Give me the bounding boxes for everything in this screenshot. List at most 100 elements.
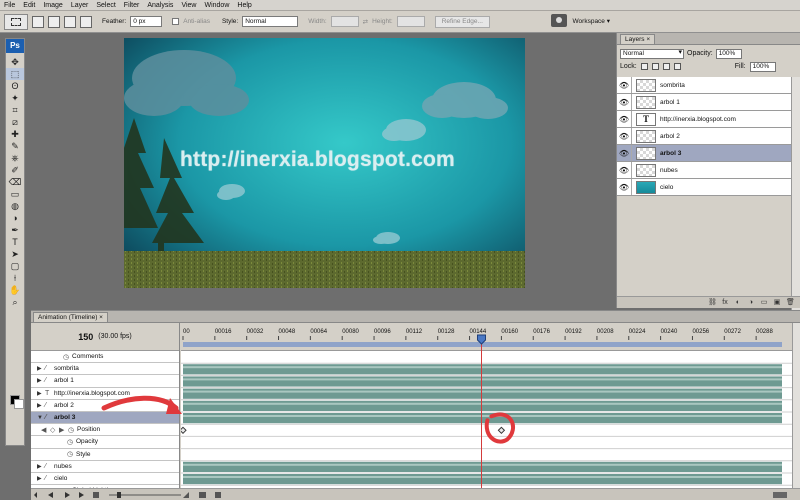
- lock-position-icon[interactable]: [662, 63, 670, 70]
- fill-input[interactable]: 100%: [749, 61, 776, 72]
- menu-select[interactable]: Select: [92, 0, 119, 11]
- antialias-checkbox[interactable]: [172, 18, 180, 25]
- eraser-icon[interactable]: ⌫: [6, 176, 24, 188]
- eye-icon[interactable]: 👁: [617, 94, 632, 110]
- layer-row[interactable]: 👁 arbol 2: [617, 128, 791, 145]
- mask-icon[interactable]: ◐: [734, 299, 742, 306]
- workspace-button[interactable]: Workspace ▾: [573, 17, 610, 25]
- keyframe-diamond[interactable]: [497, 426, 506, 435]
- dodge-icon[interactable]: ◑: [6, 212, 24, 224]
- lasso-icon[interactable]: ʘ: [6, 80, 24, 92]
- timeline-scrollbar[interactable]: [792, 323, 800, 489]
- eye-icon[interactable]: 👁: [617, 111, 632, 127]
- subtract-selection-button[interactable]: [64, 15, 76, 28]
- blend-mode-select[interactable]: Normal: [620, 48, 684, 59]
- zoom-icon[interactable]: ⌕: [6, 296, 24, 308]
- style-select[interactable]: Normal: [242, 16, 299, 27]
- keyframe-diamond[interactable]: [179, 426, 187, 435]
- type-icon[interactable]: T: [6, 236, 24, 248]
- shape-icon[interactable]: ▢: [6, 260, 24, 272]
- timeline-tracks[interactable]: [179, 351, 792, 498]
- stopwatch-icon[interactable]: ◷: [68, 426, 77, 434]
- hand-icon[interactable]: ✋: [6, 284, 24, 296]
- pen-icon[interactable]: ✒: [6, 224, 24, 236]
- stopwatch-icon[interactable]: ◷: [67, 438, 76, 446]
- slice-icon[interactable]: ⧄: [6, 116, 24, 128]
- brush-icon[interactable]: ✎: [6, 140, 24, 152]
- gradient-icon[interactable]: ▭: [6, 188, 24, 200]
- menu-analysis[interactable]: Analysis: [143, 0, 177, 11]
- crop-icon[interactable]: ⌗: [6, 104, 24, 116]
- lock-all-icon[interactable]: [673, 63, 681, 70]
- expand-icon[interactable]: ▶: [37, 463, 45, 470]
- group-icon[interactable]: ▭: [760, 299, 768, 306]
- timeline-row[interactable]: ▶ ⁄ nubes: [31, 461, 179, 473]
- expand-icon[interactable]: ▶: [37, 365, 45, 372]
- prev-keyframe-icon[interactable]: ◀: [41, 426, 50, 434]
- link-icon[interactable]: ⛓: [708, 299, 717, 306]
- menu-view[interactable]: View: [177, 0, 200, 11]
- timeline-row[interactable]: ▶ Thttp://inerxia.blogspot.com: [31, 388, 179, 400]
- layer-row[interactable]: 👁 arbol 1: [617, 94, 791, 111]
- menu-layer[interactable]: Layer: [67, 0, 93, 11]
- expand-icon[interactable]: ▶: [37, 390, 45, 397]
- marquee-icon[interactable]: ⬚: [6, 68, 24, 80]
- timeline-ruler[interactable]: 00 00016 00032 00048 00064 00080 00096 00112 001…: [181, 323, 792, 351]
- menu-help[interactable]: Help: [233, 0, 255, 11]
- layers-scrollbar[interactable]: [791, 77, 800, 317]
- timeline-row[interactable]: ▶ ⁄ cielo: [31, 473, 179, 486]
- current-frame[interactable]: 150: [78, 332, 93, 342]
- timeline-row[interactable]: ▶ ⁄ arbol 2: [31, 400, 179, 412]
- timeline-row[interactable]: ▶ ⁄ arbol 1: [31, 375, 179, 388]
- timeline-row[interactable]: ◷ Opacity: [31, 436, 179, 449]
- background-color-swatch[interactable]: [14, 399, 24, 409]
- eye-icon[interactable]: 👁: [617, 128, 632, 144]
- layer-row[interactable]: 👁 Thttp://inerxia.blogspot.com: [617, 111, 791, 128]
- fx-icon[interactable]: fx: [721, 299, 729, 306]
- timeline-row[interactable]: ◷ Comments: [31, 351, 179, 364]
- blur-icon[interactable]: ◍: [6, 200, 24, 212]
- camera-icon[interactable]: [550, 14, 567, 27]
- tab-animation-timeline[interactable]: Animation (Timeline) ×: [33, 312, 108, 322]
- history-brush-icon[interactable]: ✐: [6, 164, 24, 176]
- keyframe-toggle-icon[interactable]: ◇: [50, 426, 59, 434]
- stamp-icon[interactable]: ⎈: [6, 152, 24, 164]
- next-keyframe-icon[interactable]: ▶: [59, 426, 68, 434]
- eye-icon[interactable]: 👁: [617, 77, 632, 93]
- lock-pixels-icon[interactable]: [651, 63, 659, 70]
- stopwatch-icon[interactable]: ◷: [63, 353, 72, 361]
- new-layer-icon[interactable]: ▣: [773, 299, 781, 306]
- timeline-row[interactable]: ◷ Style: [31, 449, 179, 461]
- add-selection-button[interactable]: [48, 15, 60, 28]
- menu-filter[interactable]: Filter: [120, 0, 144, 11]
- layer-row[interactable]: 👁 arbol 3: [617, 145, 791, 162]
- magic-wand-icon[interactable]: ✦: [6, 92, 24, 104]
- timeline-row[interactable]: ◀ ◇ ▶ ◷ Position: [31, 424, 179, 437]
- menu-file[interactable]: File: [0, 0, 19, 11]
- layer-row[interactable]: 👁 sombrita: [617, 77, 791, 94]
- opacity-input[interactable]: 100%: [715, 48, 742, 59]
- height-input[interactable]: [396, 16, 425, 27]
- healing-icon[interactable]: ✚: [6, 128, 24, 140]
- feather-input[interactable]: 0 px: [130, 16, 163, 27]
- trash-icon[interactable]: 🗑: [786, 299, 795, 306]
- expand-icon[interactable]: ▶: [37, 377, 45, 384]
- lock-transparent-icon[interactable]: [640, 63, 648, 70]
- refine-edge-button[interactable]: Refine Edge...: [434, 15, 490, 28]
- expand-icon[interactable]: ▶: [37, 475, 45, 482]
- layer-row[interactable]: 👁 cielo: [617, 179, 791, 196]
- adjustment-icon[interactable]: ◑: [747, 299, 755, 306]
- timeline-row[interactable]: ▶ ⁄ sombrita: [31, 363, 179, 376]
- menu-edit[interactable]: Edit: [19, 0, 39, 11]
- stopwatch-icon[interactable]: ◷: [67, 450, 76, 458]
- layer-row[interactable]: 👁 nubes: [617, 162, 791, 179]
- document-canvas[interactable]: http://inerxia.blogspot.com: [124, 38, 525, 288]
- tool-preset-picker[interactable]: [4, 13, 28, 30]
- menu-image[interactable]: Image: [39, 0, 66, 11]
- eye-icon[interactable]: 👁: [617, 145, 632, 161]
- move-icon[interactable]: ✥: [6, 56, 24, 68]
- eye-icon[interactable]: 👁: [617, 179, 632, 195]
- menu-window[interactable]: Window: [200, 0, 233, 11]
- width-input[interactable]: [330, 16, 359, 27]
- timeline-row[interactable]: ▼ ⁄ arbol 3: [31, 411, 179, 425]
